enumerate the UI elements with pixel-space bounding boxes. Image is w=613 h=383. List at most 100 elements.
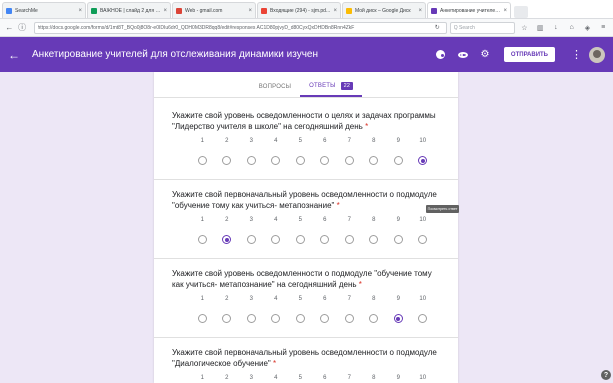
browser-tab[interactable]: Web - gmail.com × xyxy=(172,2,256,18)
address-bar[interactable]: https://docs.google.com/forms/d/1mt8T_BQ… xyxy=(33,21,447,34)
close-icon[interactable]: × xyxy=(248,8,252,14)
scale-option: 9 xyxy=(386,374,411,383)
tab-favicon-icon xyxy=(6,7,12,14)
radio-button[interactable] xyxy=(197,314,207,323)
radio-button-selected[interactable] xyxy=(222,235,232,244)
close-icon[interactable]: × xyxy=(418,8,422,14)
new-tab-button[interactable] xyxy=(514,6,528,18)
radio-button[interactable] xyxy=(344,156,354,165)
download-icon[interactable]: ↓ xyxy=(550,22,562,34)
radio-button[interactable] xyxy=(246,314,256,323)
scale-number: 7 xyxy=(347,138,351,144)
radio-button[interactable] xyxy=(271,314,281,323)
radio-button[interactable] xyxy=(295,156,305,165)
scale-number: 5 xyxy=(298,296,302,302)
scale-option: 7 xyxy=(337,295,362,323)
scale-number: 4 xyxy=(274,375,278,381)
radio-button[interactable] xyxy=(418,314,428,323)
tab-favicon-icon xyxy=(346,7,352,14)
scale-option: 2 xyxy=(215,216,240,244)
tab-favicon-icon xyxy=(91,7,97,14)
radio-button[interactable] xyxy=(369,156,379,165)
radio-button-selected[interactable] xyxy=(418,156,428,165)
radio-button[interactable] xyxy=(344,314,354,323)
radio-button[interactable] xyxy=(320,156,330,165)
tab-responses[interactable]: ОТВЕТЫ 22 xyxy=(300,82,363,97)
scale-option: 10 xyxy=(411,216,436,244)
radio-button[interactable] xyxy=(344,235,354,244)
browser-search-input[interactable]: Q Search xyxy=(449,21,515,34)
radio-button[interactable] xyxy=(246,156,256,165)
radio-button[interactable] xyxy=(320,235,330,244)
required-asterisk: * xyxy=(336,201,340,210)
close-icon[interactable]: × xyxy=(503,8,507,14)
form-title: Анкетирование учителей для отслеживания … xyxy=(32,49,319,60)
refresh-icon[interactable]: ↻ xyxy=(435,24,440,31)
close-icon[interactable]: × xyxy=(333,8,337,14)
radio-button[interactable] xyxy=(271,156,281,165)
back-arrow-icon[interactable]: ← xyxy=(4,22,15,33)
scale-option: 10 xyxy=(411,374,436,383)
scale-option: 2 xyxy=(215,374,240,383)
scale-number: 6 xyxy=(323,138,327,144)
radio-button[interactable] xyxy=(369,314,379,323)
scale-number: 8 xyxy=(372,296,376,302)
scale-option: 5 xyxy=(288,216,313,244)
scale-option: 1 xyxy=(190,295,215,323)
scale-option: 2 xyxy=(215,295,240,323)
radio-button[interactable] xyxy=(418,235,428,244)
forms-app-bar: ← Анкетирование учителей для отслеживани… xyxy=(0,37,613,72)
scale-option: 8 xyxy=(362,137,387,165)
scale-option: 2 xyxy=(215,137,240,165)
library-icon[interactable]: ▥ xyxy=(534,22,546,34)
scale-option: 10 xyxy=(411,295,436,323)
menu-icon[interactable]: ≡ xyxy=(597,22,609,34)
scale-number: 4 xyxy=(274,138,278,144)
scale-number: 3 xyxy=(249,296,253,302)
radio-button[interactable] xyxy=(295,235,305,244)
close-icon[interactable]: × xyxy=(163,8,167,14)
browser-tab[interactable]: Анкетирование учителей... × xyxy=(427,2,511,18)
scale-number: 7 xyxy=(347,296,351,302)
home-icon[interactable]: ⌂ xyxy=(566,22,578,34)
palette-icon[interactable] xyxy=(434,48,448,62)
scale-option: 4 xyxy=(264,295,289,323)
radio-button[interactable] xyxy=(320,314,330,323)
scale-number: 2 xyxy=(225,375,229,381)
radio-button[interactable] xyxy=(393,156,403,165)
browser-tab[interactable]: ВАЖНОЕ | слайд 2 для 1 ... × xyxy=(87,2,171,18)
preview-eye-icon[interactable] xyxy=(456,48,470,62)
close-icon[interactable]: × xyxy=(78,8,82,14)
radio-button-selected[interactable] xyxy=(393,314,403,323)
scale-option: 10 xyxy=(411,137,436,165)
radio-button[interactable] xyxy=(246,235,256,244)
scale-number: 3 xyxy=(249,138,253,144)
send-button[interactable]: ОТПРАВИТЬ xyxy=(503,47,555,62)
tab-questions[interactable]: ВОПРОСЫ xyxy=(250,84,300,97)
radio-button[interactable] xyxy=(222,314,232,323)
info-icon[interactable]: ⓘ xyxy=(17,22,28,33)
gear-icon[interactable]: ⚙ xyxy=(478,48,492,62)
tab-questions-label: ВОПРОСЫ xyxy=(258,84,292,90)
radio-button[interactable] xyxy=(271,235,281,244)
radio-button[interactable] xyxy=(197,156,207,165)
scale-number: 9 xyxy=(396,138,400,144)
browser-tab[interactable]: Входящие (294) - sjm.pd... × xyxy=(257,2,341,18)
browser-tab-label: Анкетирование учителей... xyxy=(440,7,502,14)
avatar[interactable] xyxy=(589,46,605,63)
radio-button[interactable] xyxy=(222,156,232,165)
browser-tab[interactable]: Мой диск – Google Диск × xyxy=(342,2,426,18)
radio-button[interactable] xyxy=(369,235,379,244)
browser-tab[interactable]: SearchMe × xyxy=(2,2,86,18)
radio-button[interactable] xyxy=(197,235,207,244)
scale-option: 8 xyxy=(362,295,387,323)
more-vert-icon[interactable]: ⋮ xyxy=(571,48,582,61)
back-arrow-icon[interactable]: ← xyxy=(8,48,22,62)
scale-option: 3 xyxy=(239,137,264,165)
help-icon[interactable]: ? xyxy=(601,370,611,380)
shield-icon[interactable]: ◈ xyxy=(582,22,594,34)
scale-number: 6 xyxy=(323,217,327,223)
radio-button[interactable] xyxy=(393,235,403,244)
radio-button[interactable] xyxy=(295,314,305,323)
star-icon[interactable]: ☆ xyxy=(519,22,531,34)
